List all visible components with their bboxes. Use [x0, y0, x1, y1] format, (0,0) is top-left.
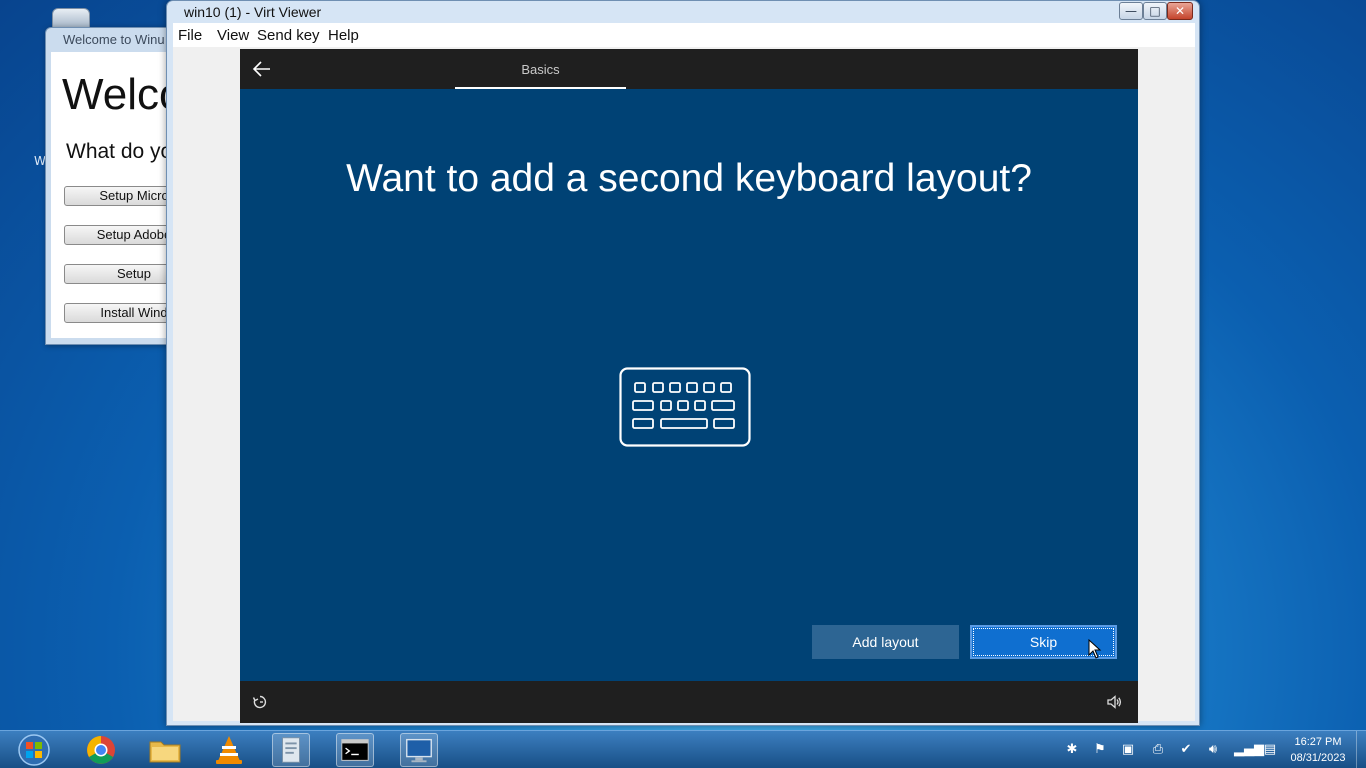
command-prompt-icon[interactable]	[336, 733, 374, 767]
back-arrow-icon[interactable]	[250, 57, 274, 81]
system-clock[interactable]: 16:27 PM 08/31/2023	[1286, 734, 1350, 766]
minimize-button[interactable]: —	[1119, 2, 1143, 20]
volume-tray-icon[interactable]: 🔊︎	[1205, 742, 1221, 758]
chrome-icon[interactable]	[82, 733, 120, 767]
start-button-icon[interactable]	[16, 733, 52, 767]
maximize-button[interactable]: □	[1143, 2, 1167, 20]
bluetooth-icon[interactable]: ✱	[1064, 742, 1080, 758]
welcome-window-body: Welco What do yo Setup Micro Setup Adobe…	[51, 52, 184, 338]
document-app-icon[interactable]	[272, 733, 310, 767]
vlc-icon[interactable]	[210, 733, 248, 767]
virt-viewer-icon[interactable]	[400, 733, 438, 767]
ease-of-access-icon[interactable]	[252, 694, 268, 710]
oobe-top-bar: Basics	[240, 49, 1138, 89]
menu-help[interactable]: Help	[328, 27, 359, 44]
welcome-question: What do yo	[66, 140, 173, 163]
oobe-bottom-bar	[240, 681, 1138, 723]
keyboard-icon	[619, 367, 751, 447]
menu-view[interactable]: View	[217, 27, 249, 44]
virt-viewer-window[interactable]: win10 (1) - Virt Viewer — □ ✕ File View …	[166, 0, 1200, 726]
mouse-cursor-icon	[1088, 639, 1102, 659]
menu-file[interactable]: File	[178, 27, 202, 44]
tab-basics: Basics	[521, 62, 560, 77]
add-layout-button[interactable]: Add layout	[812, 625, 959, 659]
welcome-window[interactable]: Welcome to Winu Welco What do yo Setup M…	[45, 27, 185, 345]
welcome-window-title: Welcome to Winu	[63, 32, 165, 47]
taskbar: ✱ ⚑ ▣ ⎙ ✔ 🔊︎ ▂▄▆ ▤ 16:27 PM 08/31/2023	[0, 730, 1366, 768]
network-signal-icon[interactable]: ▂▄▆	[1234, 742, 1264, 758]
file-explorer-icon[interactable]	[146, 733, 184, 767]
clipboard-icon[interactable]: ▤	[1262, 742, 1278, 758]
printer-icon[interactable]: ⎙	[1150, 742, 1166, 758]
page-title: Want to add a second keyboard layout?	[346, 157, 1032, 200]
show-desktop-button[interactable]	[1356, 731, 1366, 768]
viewer-client-area: Basics Want to add a second keyboard lay…	[173, 47, 1195, 723]
close-button[interactable]: ✕	[1167, 2, 1193, 20]
clock-time: 16:27 PM	[1294, 736, 1342, 748]
clock-date: 08/31/2023	[1290, 752, 1346, 764]
menu-send-key[interactable]: Send key	[257, 27, 320, 44]
app-tray-icon[interactable]: ▣	[1120, 742, 1136, 758]
window-title: win10 (1) - Virt Viewer	[184, 4, 322, 20]
security-shield-icon[interactable]: ✔	[1178, 742, 1194, 758]
tab-underline	[455, 87, 626, 89]
menu-bar: File View Send key Help	[173, 23, 1195, 47]
guest-screen[interactable]: Basics Want to add a second keyboard lay…	[240, 49, 1138, 723]
action-center-flag-icon[interactable]: ⚑	[1092, 742, 1108, 758]
volume-icon[interactable]	[1106, 694, 1122, 710]
